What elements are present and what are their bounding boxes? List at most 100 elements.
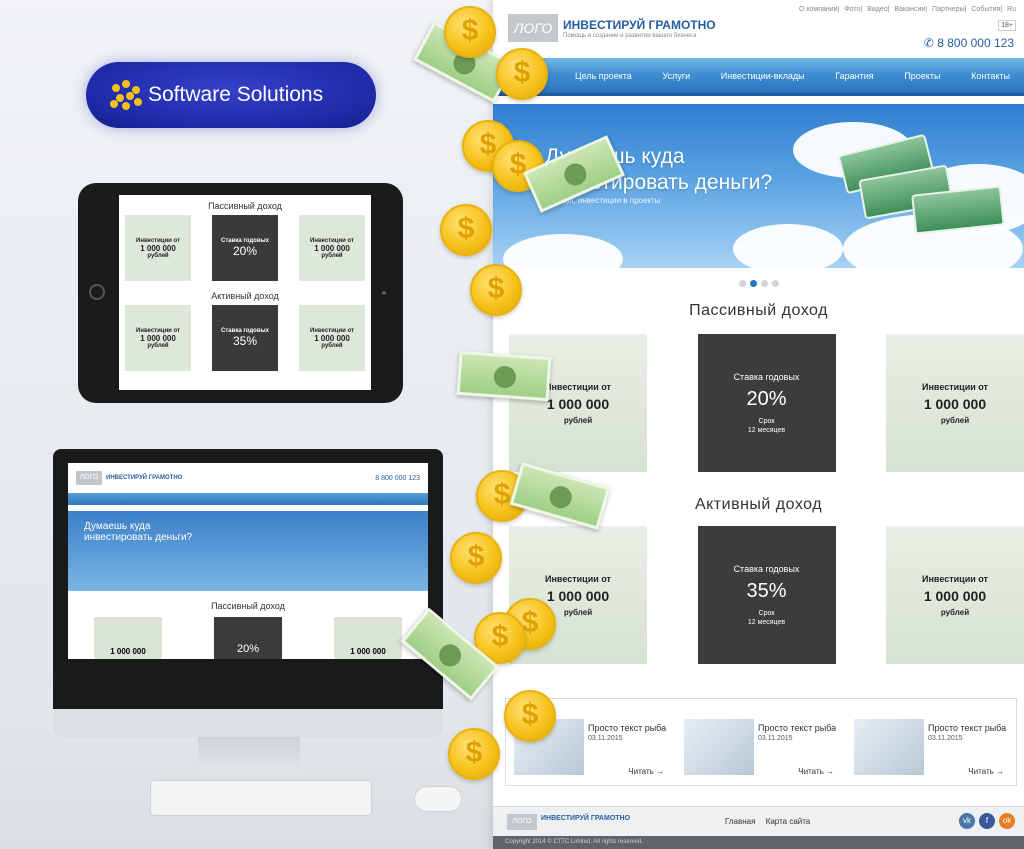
news-thumbnail[interactable]	[684, 719, 754, 775]
monitor-card-row: 1 000 000 20% 1 000 000	[68, 617, 428, 659]
tablet-card[interactable]: Инвестиции от 1 000 000 рублей	[125, 305, 191, 371]
card-term-label: Срок	[758, 609, 775, 617]
investment-card[interactable]: Инвестиции от 1 000 000 рублей	[509, 334, 647, 472]
card-amount: 1 000 000	[923, 395, 987, 412]
card-amount: 1 000 000	[546, 587, 610, 604]
nav-item-services[interactable]: Услуги	[662, 71, 690, 81]
rate-card[interactable]: Ставка годовых 35% Срок 12 месяцев	[697, 526, 836, 664]
language-switch[interactable]: Ru	[1007, 6, 1016, 13]
top-links: О компании| Фото| Видео| Вакансии| Партн…	[798, 6, 1016, 13]
news-title[interactable]: Просто текст рыба	[588, 723, 666, 733]
top-link[interactable]: Вакансии	[894, 6, 925, 13]
card-unit: рублей	[563, 607, 593, 617]
news-item: Просто текст рыба 03.11.2015 Читать →	[846, 699, 1016, 785]
nav-item-investments[interactable]: Инвестиции-вклады	[721, 71, 805, 81]
passive-income-title: Пассивный доход	[689, 302, 828, 319]
top-link[interactable]: Видео	[867, 6, 887, 13]
card-label: Инвестиции от	[545, 381, 611, 392]
website-page: ЛОГО ИНВЕСТИРУЙ ГРАМОТНО Помощь в создан…	[493, 0, 1024, 849]
monitor-section-title: Пассивный доход	[211, 601, 285, 611]
nav-item-guarantee[interactable]: Гарантия	[835, 71, 873, 81]
card-value: 20%	[232, 244, 258, 258]
site-header: ЛОГО ИНВЕСТИРУЙ ГРАМОТНО Помощь в создан…	[493, 0, 1024, 58]
card-value: 35%	[232, 334, 258, 348]
coin-icon: $	[504, 690, 556, 742]
software-solutions-badge: Software Solutions	[86, 62, 376, 128]
footer-link-sitemap[interactable]: Карта сайта	[766, 817, 811, 826]
tablet-sensor	[382, 291, 386, 295]
phone-text: 8 800 000 123	[937, 36, 1014, 50]
rate-card[interactable]: Ставка годовых 20% Срок 12 месяцев	[697, 334, 836, 472]
card-amount: 1 000 000	[923, 587, 987, 604]
monitor-nav	[68, 493, 428, 505]
card-label: Инвестиции от	[545, 573, 611, 584]
news-title[interactable]: Просто текст рыба	[758, 723, 836, 733]
tablet-device: Пассивный доход Инвестиции от 1 000 000 ру…	[78, 183, 403, 403]
monitor-hero-line1: Думаешь куда	[84, 521, 151, 532]
keyboard	[150, 780, 372, 816]
nav-item-contacts[interactable]: Контакты	[971, 71, 1010, 81]
site-logo[interactable]: ЛОГО	[508, 14, 558, 42]
footer-brand: ИНВЕСТИРУЙ ГРАМОТНО	[541, 815, 631, 822]
slider-dots	[493, 274, 1024, 287]
tablet-card[interactable]: Инвестиции от 1 000 000 рублей	[125, 215, 191, 281]
slider-dot[interactable]	[771, 280, 779, 287]
phone-icon: ✆	[923, 36, 938, 50]
card-label: Ставка годовых	[733, 371, 800, 382]
tablet-card[interactable]: Инвестиции от 1 000 000 рублей	[299, 215, 365, 281]
tablet-card[interactable]: Инвестиции от 1 000 000 рублей	[299, 305, 365, 371]
top-link[interactable]: О компании	[799, 6, 838, 13]
top-link[interactable]: Фото	[844, 6, 860, 13]
monitor-card: 20%	[214, 617, 282, 659]
card-unit: рублей	[321, 342, 343, 349]
vk-icon[interactable]: vk	[959, 813, 975, 829]
coin-icon: $	[470, 264, 522, 316]
phone-number[interactable]: ✆ 8 800 000 123	[924, 36, 1014, 50]
news-title[interactable]: Просто текст рыба	[928, 723, 1006, 733]
banknote-icon	[456, 350, 552, 402]
read-more-link[interactable]: Читать →	[628, 767, 664, 776]
coin-icon: $	[440, 204, 492, 256]
monitor-card: 1 000 000	[334, 617, 402, 659]
footer-link-home[interactable]: Главная	[725, 817, 755, 826]
footer-logo[interactable]: ЛОГО	[507, 814, 537, 830]
card-value: 1 000 000	[314, 333, 350, 343]
tablet-active-title: Активный доход	[211, 291, 279, 301]
nav-item-projects[interactable]: Проекты	[904, 71, 940, 81]
cloud-shape	[503, 234, 623, 268]
read-more-link[interactable]: Читать →	[968, 767, 1004, 776]
facebook-icon[interactable]: f	[979, 813, 995, 829]
top-link[interactable]: Партнеры	[932, 6, 965, 13]
odnoklassniki-icon[interactable]: ok	[999, 813, 1015, 829]
monitor-brand: ИНВЕСТИРУЙ ГРАМОТНО	[106, 475, 183, 481]
news-thumbnail[interactable]	[854, 719, 924, 775]
cloud-shape	[733, 224, 843, 268]
monitor-stand	[198, 737, 300, 773]
slider-dot[interactable]	[760, 280, 768, 287]
investment-card[interactable]: Инвестиции от 1 000 000 рублей	[886, 334, 1024, 472]
monitor-logo: ЛОГО	[76, 471, 102, 485]
passive-cards-row: Инвестиции от 1 000 000 рублей Ставка го…	[493, 334, 1024, 472]
monitor-screen: ЛОГО ИНВЕСТИРУЙ ГРАМОТНО 8 800 000 123 Д…	[68, 463, 428, 659]
investment-card[interactable]: Инвестиции от 1 000 000 рублей	[886, 526, 1024, 664]
coin-icon: $	[496, 48, 548, 100]
top-link[interactable]: События	[971, 6, 1000, 13]
monitor-chin	[53, 709, 443, 737]
monitor-card: 1 000 000	[94, 617, 162, 659]
slider-dot[interactable]	[738, 280, 746, 287]
card-term: 12 месяцев	[747, 618, 786, 626]
card-label: Ставка годовых	[733, 563, 800, 574]
tablet-card[interactable]: Ставка годовых 20%	[212, 215, 278, 281]
nav-item-goal[interactable]: Цель проекта	[575, 71, 632, 81]
news-date: 03.11.2015	[588, 735, 623, 742]
read-more-link[interactable]: Читать →	[798, 767, 834, 776]
age-badge: 18+	[998, 20, 1016, 31]
tablet-passive-row: Инвестиции от 1 000 000 рублей Ставка годо…	[119, 211, 371, 285]
coin-icon: $	[448, 728, 500, 780]
mouse	[414, 786, 462, 812]
copyright: Copyright 2014 © СТТС Limited. All right…	[493, 836, 1024, 849]
site-footer: ЛОГО ИНВЕСТИРУЙ ГРАМОТНО Главная Карта с…	[493, 806, 1024, 836]
tablet-card[interactable]: Ставка годовых 35%	[212, 305, 278, 371]
slider-dot-active[interactable]	[749, 280, 757, 287]
tablet-screen: Пассивный доход Инвестиции от 1 000 000 ру…	[119, 195, 371, 390]
